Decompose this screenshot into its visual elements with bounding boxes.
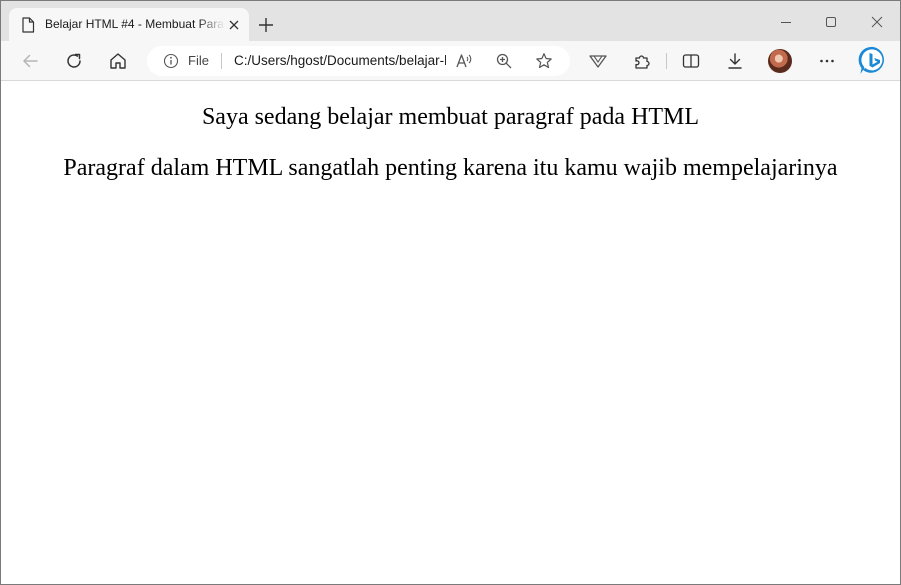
refresh-icon[interactable] — [64, 51, 84, 71]
home-icon[interactable] — [108, 51, 128, 71]
active-tab[interactable]: Belajar HTML #4 - Membuat Paragraf — [9, 8, 249, 41]
new-tab-icon[interactable] — [257, 16, 275, 34]
toolbar: File C:/Users/hgost/Documents/belajar-ht… — [1, 41, 900, 81]
toolbar-divider — [666, 53, 667, 69]
page-icon — [21, 17, 35, 33]
extensions-icon[interactable] — [632, 51, 652, 71]
profile-avatar[interactable] — [768, 49, 792, 73]
address-divider — [221, 53, 222, 69]
read-aloud-icon[interactable] — [455, 52, 473, 70]
more-icon[interactable] — [817, 51, 837, 71]
url-text[interactable]: C:/Users/hgost/Documents/belajar-html/pa… — [234, 53, 446, 69]
tab-strip: Belajar HTML #4 - Membuat Paragraf — [1, 1, 900, 41]
browser-window: Belajar HTML #4 - Membuat Paragraf File … — [0, 0, 901, 585]
scheme-label: File — [188, 53, 209, 68]
window-close-icon[interactable] — [869, 14, 885, 30]
minimize-icon[interactable] — [778, 14, 794, 30]
split-screen-icon[interactable] — [681, 51, 701, 71]
zoom-icon[interactable] — [495, 52, 513, 70]
favorite-icon[interactable] — [535, 52, 553, 70]
maximize-icon[interactable] — [823, 14, 839, 30]
paragraph-2: Paragraf dalam HTML sangatlah penting ka… — [63, 155, 838, 181]
tab-title: Belajar HTML #4 - Membuat Paragraf — [45, 17, 225, 31]
bing-icon[interactable] — [858, 45, 889, 76]
info-icon[interactable] — [163, 53, 179, 69]
back-icon[interactable] — [20, 51, 40, 71]
vpn-icon[interactable] — [588, 51, 608, 71]
paragraph-1: Saya sedang belajar membuat paragraf pad… — [201, 104, 700, 130]
address-bar[interactable]: File C:/Users/hgost/Documents/belajar-ht… — [147, 46, 570, 76]
tab-close-icon[interactable] — [227, 18, 241, 32]
downloads-icon[interactable] — [725, 51, 745, 71]
page-content: Saya sedang belajar membuat paragraf pad… — [1, 81, 900, 584]
